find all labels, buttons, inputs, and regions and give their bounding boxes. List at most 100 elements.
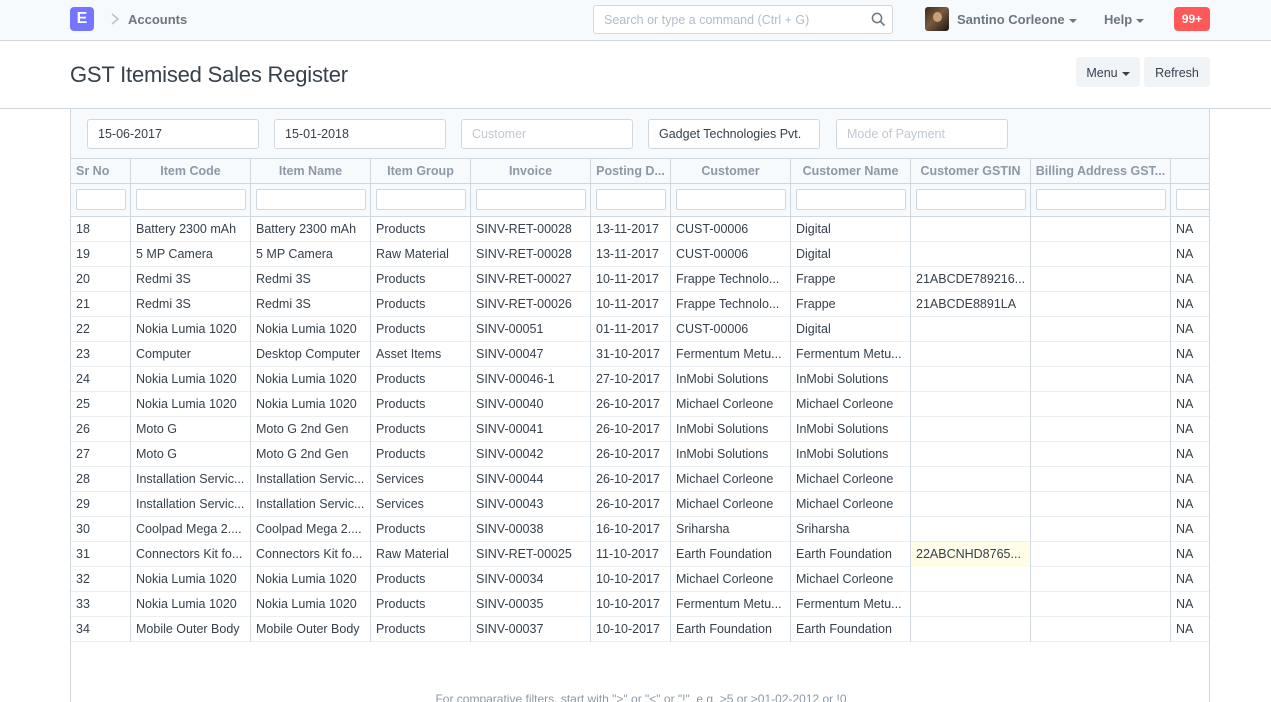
table-cell[interactable]	[1031, 342, 1171, 367]
column-filter-input[interactable]	[1036, 189, 1166, 210]
table-cell[interactable]: 18	[71, 217, 131, 242]
table-cell[interactable]: Products	[371, 567, 471, 592]
table-cell[interactable]: Installation Servic...	[131, 492, 251, 517]
table-cell[interactable]: Frappe	[791, 267, 911, 292]
table-cell[interactable]	[1031, 217, 1171, 242]
table-cell[interactable]: Battery 2300 mAh	[251, 217, 371, 242]
column-filter-input[interactable]	[596, 189, 666, 210]
table-cell[interactable]: Coolpad Mega 2....	[251, 517, 371, 542]
column-filter-input[interactable]	[676, 189, 786, 210]
table-cell[interactable]: NA	[1171, 517, 1209, 542]
table-cell[interactable]: InMobi Solutions	[791, 442, 911, 467]
menu-button[interactable]: Menu	[1076, 57, 1140, 87]
table-cell[interactable]: 21	[71, 292, 131, 317]
table-cell[interactable]: Nokia Lumia 1020	[251, 567, 371, 592]
table-cell[interactable]: Products	[371, 442, 471, 467]
table-cell[interactable]: Michael Corleone	[791, 467, 911, 492]
table-cell[interactable]: Raw Material	[371, 542, 471, 567]
table-cell[interactable]	[1031, 567, 1171, 592]
table-row[interactable]: 27 Moto G Moto G 2nd Gen Products SINV-00042…	[71, 442, 1209, 467]
table-cell[interactable]: Mobile Outer Body	[251, 617, 371, 642]
table-row[interactable]: 22 Nokia Lumia 1020 Nokia Lumia 1020 Produc…	[71, 317, 1209, 342]
table-cell[interactable]: SINV-00035	[471, 592, 591, 617]
table-cell[interactable]: 28	[71, 467, 131, 492]
table-cell[interactable]: NA	[1171, 342, 1209, 367]
table-cell[interactable]	[911, 417, 1031, 442]
table-row[interactable]: 21 Redmi 3S Redmi 3S Products SINV-RET-00026…	[71, 292, 1209, 317]
column-filter-input[interactable]	[476, 189, 586, 210]
table-cell[interactable]: 23	[71, 342, 131, 367]
table-cell[interactable]: Connectors Kit fo...	[131, 542, 251, 567]
table-cell[interactable]: Michael Corleone	[671, 467, 791, 492]
table-row[interactable]: 29 Installation Servic... Installation Ser…	[71, 492, 1209, 517]
table-cell[interactable]: 19	[71, 242, 131, 267]
table-row[interactable]: 31 Connectors Kit fo... Connectors Kit fo.…	[71, 542, 1209, 567]
table-cell[interactable]: CUST-00006	[671, 242, 791, 267]
table-cell[interactable]: InMobi Solutions	[671, 367, 791, 392]
table-row[interactable]: 19 5 MP Camera 5 MP Camera Raw Material SINV…	[71, 242, 1209, 267]
table-cell[interactable]	[911, 442, 1031, 467]
table-cell[interactable]: 33	[71, 592, 131, 617]
table-cell[interactable]	[911, 367, 1031, 392]
table-cell[interactable]	[1031, 442, 1171, 467]
table-cell[interactable]	[1031, 242, 1171, 267]
table-cell[interactable]: 01-11-2017	[591, 317, 671, 342]
table-cell[interactable]	[1031, 317, 1171, 342]
to-date-filter[interactable]	[274, 119, 446, 149]
table-cell[interactable]: Nokia Lumia 1020	[131, 367, 251, 392]
table-cell[interactable]: SINV-00034	[471, 567, 591, 592]
help-menu[interactable]: Help	[1104, 12, 1145, 27]
table-cell[interactable]: Redmi 3S	[251, 292, 371, 317]
table-cell[interactable]: Fermentum Metu...	[791, 592, 911, 617]
table-cell[interactable]: Installation Servic...	[251, 467, 371, 492]
column-header[interactable]: Con	[1171, 159, 1209, 184]
table-cell[interactable]: Products	[371, 217, 471, 242]
table-cell[interactable]: Earth Foundation	[671, 617, 791, 642]
column-header[interactable]: Customer	[671, 159, 791, 184]
table-cell[interactable]	[911, 567, 1031, 592]
table-cell[interactable]: 21ABCDE8891LA	[911, 292, 1031, 317]
table-cell[interactable]	[1031, 392, 1171, 417]
table-cell[interactable]	[1031, 267, 1171, 292]
app-logo[interactable]: E	[70, 7, 94, 31]
table-cell[interactable]: SINV-RET-00028	[471, 242, 591, 267]
table-cell[interactable]: Services	[371, 492, 471, 517]
search-input[interactable]	[594, 6, 864, 33]
table-cell[interactable]: Fermentum Metu...	[671, 592, 791, 617]
table-cell[interactable]: Installation Servic...	[251, 492, 371, 517]
table-cell[interactable]: Digital	[791, 317, 911, 342]
table-cell[interactable]: InMobi Solutions	[791, 367, 911, 392]
table-cell[interactable]	[1031, 467, 1171, 492]
table-cell[interactable]: NA	[1171, 267, 1209, 292]
table-cell[interactable]: NA	[1171, 217, 1209, 242]
table-cell[interactable]: 5 MP Camera	[251, 242, 371, 267]
table-cell[interactable]: 22ABCNHD8765...	[911, 542, 1031, 567]
table-cell[interactable]: Products	[371, 267, 471, 292]
table-cell[interactable]: 13-11-2017	[591, 242, 671, 267]
table-cell[interactable]	[911, 492, 1031, 517]
table-cell[interactable]: 26	[71, 417, 131, 442]
table-cell[interactable]: 24	[71, 367, 131, 392]
column-header[interactable]: Customer GSTIN	[911, 159, 1031, 184]
table-cell[interactable]: SINV-00042	[471, 442, 591, 467]
table-cell[interactable]: 5 MP Camera	[131, 242, 251, 267]
table-cell[interactable]	[911, 467, 1031, 492]
table-cell[interactable]: Michael Corleone	[671, 392, 791, 417]
table-cell[interactable]	[1031, 367, 1171, 392]
table-cell[interactable]: Mobile Outer Body	[131, 617, 251, 642]
table-cell[interactable]: 26-10-2017	[591, 417, 671, 442]
table-cell[interactable]: Redmi 3S	[131, 267, 251, 292]
table-cell[interactable]: Desktop Computer	[251, 342, 371, 367]
table-cell[interactable]: Michael Corleone	[671, 492, 791, 517]
table-cell[interactable]: NA	[1171, 292, 1209, 317]
table-cell[interactable]: CUST-00006	[671, 217, 791, 242]
breadcrumb-accounts[interactable]: Accounts	[128, 12, 187, 27]
table-cell[interactable]: Products	[371, 317, 471, 342]
column-filter-input[interactable]	[376, 189, 466, 210]
table-cell[interactable]: Michael Corleone	[671, 567, 791, 592]
table-cell[interactable]: Digital	[791, 242, 911, 267]
table-row[interactable]: 25 Nokia Lumia 1020 Nokia Lumia 1020 Produc…	[71, 392, 1209, 417]
table-cell[interactable]	[1031, 592, 1171, 617]
table-cell[interactable]	[1031, 492, 1171, 517]
column-header[interactable]: Customer Name	[791, 159, 911, 184]
